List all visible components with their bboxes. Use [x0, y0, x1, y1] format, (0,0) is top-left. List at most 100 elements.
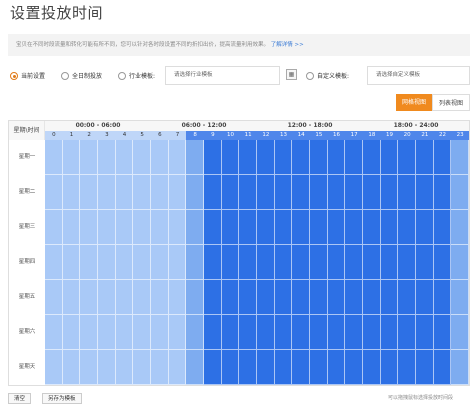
time-cell[interactable]: [416, 350, 434, 385]
time-cell[interactable]: [62, 210, 81, 245]
time-cell[interactable]: [168, 315, 187, 350]
time-cell[interactable]: [239, 175, 257, 210]
time-cell[interactable]: [292, 210, 310, 245]
time-cell[interactable]: [380, 245, 399, 280]
day-label[interactable]: 星期六: [9, 315, 45, 350]
time-cell[interactable]: [204, 140, 222, 175]
time-cell[interactable]: [186, 210, 204, 245]
time-cell[interactable]: [45, 245, 63, 280]
time-cell[interactable]: [151, 280, 169, 315]
time-cell[interactable]: [133, 140, 151, 175]
time-cell[interactable]: [363, 245, 381, 280]
time-cell[interactable]: [310, 210, 328, 245]
time-cell[interactable]: [45, 140, 63, 175]
hour-header[interactable]: 15: [310, 131, 328, 140]
time-cell[interactable]: [398, 245, 416, 280]
time-cell[interactable]: [98, 350, 116, 385]
time-cell[interactable]: [62, 140, 81, 175]
time-cell[interactable]: [310, 280, 328, 315]
time-cell[interactable]: [45, 280, 63, 315]
hour-header[interactable]: 17: [345, 131, 363, 140]
time-cell[interactable]: [310, 350, 328, 385]
hour-header[interactable]: 21: [416, 131, 434, 140]
time-cell[interactable]: [451, 315, 469, 350]
time-cell[interactable]: [398, 350, 416, 385]
time-cell[interactable]: [345, 175, 363, 210]
time-cell[interactable]: [310, 315, 328, 350]
time-cell[interactable]: [239, 280, 257, 315]
time-block-header[interactable]: 18:00 - 24:00: [363, 121, 469, 132]
time-cell[interactable]: [62, 175, 81, 210]
time-cell[interactable]: [345, 245, 363, 280]
time-cell[interactable]: [327, 210, 346, 245]
time-cell[interactable]: [98, 315, 116, 350]
time-cell[interactable]: [204, 350, 222, 385]
time-cell[interactable]: [398, 175, 416, 210]
time-cell[interactable]: [115, 210, 134, 245]
calendar-icon[interactable]: ▦: [286, 69, 297, 80]
time-cell[interactable]: [451, 175, 469, 210]
time-cell[interactable]: [186, 140, 204, 175]
time-cell[interactable]: [363, 210, 381, 245]
time-cell[interactable]: [133, 315, 151, 350]
time-cell[interactable]: [433, 140, 452, 175]
radio-allday[interactable]: 全日制投放: [61, 71, 102, 80]
clear-button[interactable]: 清空: [8, 393, 32, 404]
time-cell[interactable]: [45, 175, 63, 210]
time-cell[interactable]: [257, 210, 275, 245]
time-cell[interactable]: [345, 140, 363, 175]
time-cell[interactable]: [168, 350, 187, 385]
time-block-header[interactable]: 06:00 - 12:00: [151, 121, 257, 132]
time-cell[interactable]: [398, 210, 416, 245]
time-cell[interactable]: [433, 315, 452, 350]
time-cell[interactable]: [115, 350, 134, 385]
radio-industry-template[interactable]: 行业模板:: [118, 71, 155, 80]
time-cell[interactable]: [168, 280, 187, 315]
custom-template-select[interactable]: 请选择自定义模板: [367, 66, 470, 85]
hour-header[interactable]: 13: [274, 131, 293, 140]
time-cell[interactable]: [80, 350, 98, 385]
time-cell[interactable]: [80, 140, 98, 175]
time-cell[interactable]: [239, 245, 257, 280]
time-cell[interactable]: [168, 175, 187, 210]
time-cell[interactable]: [151, 140, 169, 175]
time-cell[interactable]: [327, 175, 346, 210]
tab-list-view[interactable]: 列表视图: [432, 94, 471, 111]
day-label[interactable]: 星期五: [9, 280, 45, 315]
time-cell[interactable]: [292, 315, 310, 350]
time-cell[interactable]: [98, 280, 116, 315]
hour-header[interactable]: 1: [62, 131, 81, 140]
time-cell[interactable]: [292, 175, 310, 210]
time-cell[interactable]: [115, 315, 134, 350]
time-cell[interactable]: [327, 280, 346, 315]
time-cell[interactable]: [221, 350, 240, 385]
time-cell[interactable]: [80, 280, 98, 315]
time-cell[interactable]: [45, 350, 63, 385]
time-cell[interactable]: [204, 210, 222, 245]
time-cell[interactable]: [239, 350, 257, 385]
time-cell[interactable]: [380, 315, 399, 350]
time-cell[interactable]: [433, 245, 452, 280]
time-cell[interactable]: [62, 350, 81, 385]
hour-header[interactable]: 0: [45, 131, 63, 140]
time-cell[interactable]: [416, 175, 434, 210]
time-cell[interactable]: [186, 245, 204, 280]
time-cell[interactable]: [115, 140, 134, 175]
time-cell[interactable]: [98, 210, 116, 245]
time-cell[interactable]: [151, 350, 169, 385]
time-cell[interactable]: [257, 280, 275, 315]
time-cell[interactable]: [133, 245, 151, 280]
hour-header[interactable]: 10: [221, 131, 240, 140]
time-cell[interactable]: [257, 140, 275, 175]
time-cell[interactable]: [204, 245, 222, 280]
time-cell[interactable]: [186, 350, 204, 385]
time-cell[interactable]: [433, 175, 452, 210]
hour-header[interactable]: 12: [257, 131, 275, 140]
time-cell[interactable]: [133, 175, 151, 210]
time-cell[interactable]: [292, 140, 310, 175]
hour-header[interactable]: 16: [327, 131, 346, 140]
time-cell[interactable]: [416, 315, 434, 350]
time-cell[interactable]: [363, 350, 381, 385]
radio-custom-template[interactable]: 自定义模板:: [306, 71, 349, 80]
time-cell[interactable]: [398, 315, 416, 350]
